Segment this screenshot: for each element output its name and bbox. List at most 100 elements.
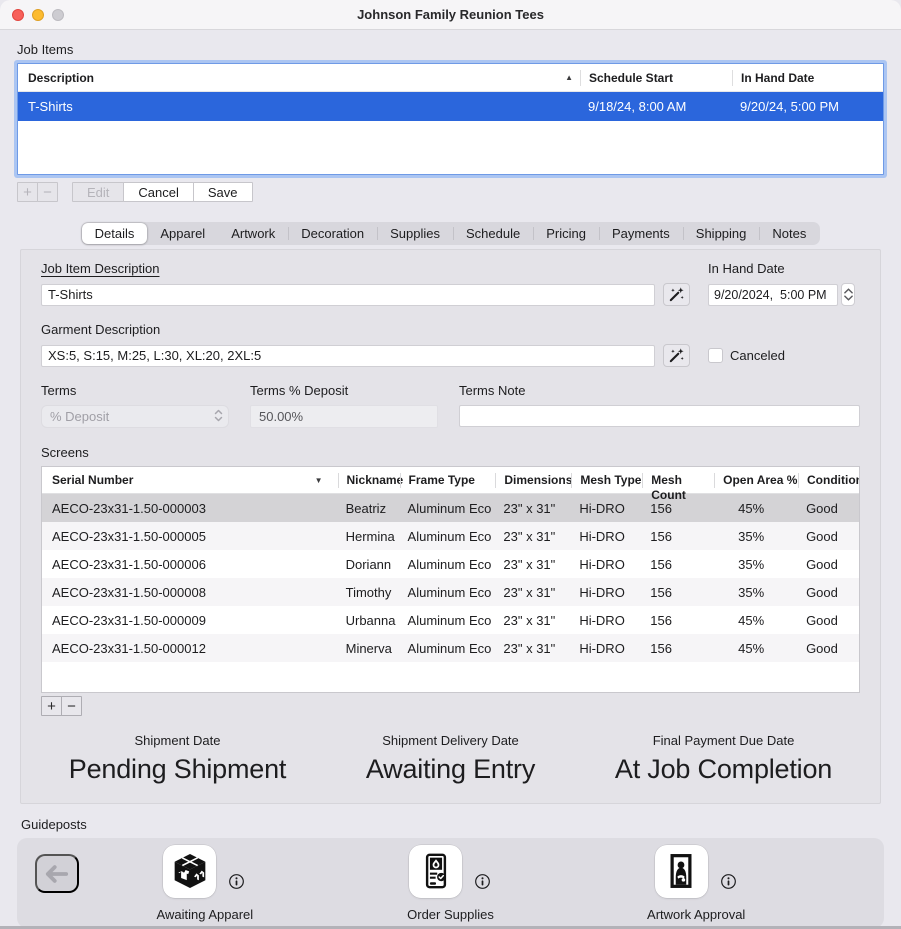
- screen-row[interactable]: AECO-23x31-1.50-000008 Timothy Aluminum …: [42, 578, 859, 606]
- tab-supplies[interactable]: Supplies: [377, 223, 453, 244]
- mesh-count-cell: 156: [642, 585, 714, 600]
- column-header-nickname[interactable]: Nickname: [338, 473, 400, 488]
- cancel-button[interactable]: Cancel: [123, 182, 193, 202]
- tab-decoration[interactable]: Decoration: [288, 223, 377, 244]
- dimensions-cell: 23" x 31": [495, 641, 571, 656]
- frame-type-cell: Aluminum Eco: [400, 501, 496, 516]
- job-item-description-input[interactable]: [41, 284, 655, 306]
- nickname-cell: Beatriz: [338, 501, 400, 516]
- column-header-in-hand-date[interactable]: In Hand Date: [732, 70, 883, 86]
- screen-row[interactable]: AECO-23x31-1.50-000003 Beatriz Aluminum …: [42, 494, 859, 522]
- screen-row[interactable]: AECO-23x31-1.50-000009 Urbanna Aluminum …: [42, 606, 859, 634]
- terms-deposit-field: 50.00%: [250, 405, 438, 428]
- details-panel: Job Item Description In Hand Date: [20, 249, 881, 804]
- serial-cell: AECO-23x31-1.50-000005: [42, 529, 338, 544]
- autofill-description-button[interactable]: [663, 283, 690, 306]
- autofill-garment-button[interactable]: [663, 344, 690, 367]
- column-header-condition[interactable]: Condition: [798, 473, 859, 488]
- remove-job-item-button[interactable]: −: [37, 182, 58, 202]
- screens-toolbar: + −: [41, 696, 860, 716]
- guidepost-label: Awaiting Apparel: [157, 907, 254, 922]
- mesh-count-cell: 156: [642, 557, 714, 572]
- garment-description-label: Garment Description: [41, 322, 160, 337]
- column-header-schedule-start[interactable]: Schedule Start: [580, 70, 732, 86]
- in-hand-date-stepper[interactable]: [841, 283, 855, 306]
- guidepost-order-supplies: Order Supplies: [328, 845, 574, 922]
- guideposts-back-button[interactable]: [35, 854, 79, 893]
- column-header-frame-type[interactable]: Frame Type: [400, 473, 496, 488]
- guidepost-artwork-approval: Artwork Approval: [573, 845, 819, 922]
- column-header-mesh-count[interactable]: Mesh Count: [642, 473, 714, 488]
- guidepost-awaiting-apparel: Awaiting Apparel: [82, 845, 328, 922]
- screen-row[interactable]: AECO-23x31-1.50-000006 Doriann Aluminum …: [42, 550, 859, 578]
- job-item-row-selected[interactable]: T-Shirts 9/18/24, 8:00 AM 9/20/24, 5:00 …: [18, 92, 883, 121]
- column-header-serial-number[interactable]: Serial Number ▼: [42, 473, 338, 488]
- guidepost-label: Artwork Approval: [647, 907, 745, 922]
- nickname-cell: Doriann: [338, 557, 400, 572]
- tab-artwork[interactable]: Artwork: [218, 223, 288, 244]
- condition-cell: Good: [798, 613, 859, 628]
- screens-table[interactable]: Serial Number ▼ Nickname Frame Type Dime…: [41, 466, 860, 693]
- terms-note-input[interactable]: [459, 405, 860, 427]
- nickname-cell: Timothy: [338, 585, 400, 600]
- dimensions-cell: 23" x 31": [495, 557, 571, 572]
- add-screen-button[interactable]: +: [41, 696, 62, 716]
- job-items-table-header: Description ▲ Schedule Start In Hand Dat…: [18, 64, 883, 92]
- guideposts-panel: Awaiting Apparel: [17, 838, 884, 928]
- serial-cell: AECO-23x31-1.50-000003: [42, 501, 338, 516]
- guidepost-card[interactable]: [409, 845, 462, 898]
- mesh-count-cell: 156: [642, 613, 714, 628]
- add-job-item-button[interactable]: +: [17, 182, 38, 202]
- shipment-date-value: Pending Shipment: [41, 754, 314, 785]
- job-item-description-label[interactable]: Job Item Description: [41, 261, 160, 276]
- serial-cell: AECO-23x31-1.50-000008: [42, 585, 338, 600]
- save-button[interactable]: Save: [193, 182, 253, 202]
- tab-payments[interactable]: Payments: [599, 223, 683, 244]
- info-button[interactable]: [227, 872, 246, 896]
- shipment-delivery-date-value: Awaiting Entry: [314, 754, 587, 785]
- guidepost-card[interactable]: [655, 845, 708, 898]
- chevron-down-icon: [844, 295, 853, 301]
- tab-schedule[interactable]: Schedule: [453, 223, 533, 244]
- minimize-window-button[interactable]: [32, 9, 44, 21]
- serial-cell: AECO-23x31-1.50-000012: [42, 641, 338, 656]
- remove-screen-button[interactable]: −: [61, 696, 82, 716]
- screen-row[interactable]: AECO-23x31-1.50-000012 Minerva Aluminum …: [42, 634, 859, 662]
- condition-cell: Good: [798, 641, 859, 656]
- mesh-count-cell: 156: [642, 529, 714, 544]
- tab-notes[interactable]: Notes: [759, 223, 819, 244]
- mesh-count-cell: 156: [642, 501, 714, 516]
- column-header-dimensions[interactable]: Dimensions: [495, 473, 571, 488]
- shipment-delivery-date-label: Shipment Delivery Date: [314, 733, 587, 748]
- column-header-description[interactable]: Description ▲: [18, 64, 580, 91]
- column-header-mesh-type[interactable]: Mesh Type: [571, 473, 642, 488]
- final-payment-due-date-value: At Job Completion: [587, 754, 860, 785]
- info-button[interactable]: [473, 872, 492, 896]
- close-window-button[interactable]: [12, 9, 24, 21]
- chevron-up-icon: [844, 288, 853, 294]
- mesh-type-cell: Hi-DRO: [571, 501, 642, 516]
- screen-row[interactable]: AECO-23x31-1.50-000005 Hermina Aluminum …: [42, 522, 859, 550]
- window-title: Johnson Family Reunion Tees: [357, 7, 544, 22]
- job-item-in-hand-date-cell: 9/20/24, 5:00 PM: [732, 99, 883, 115]
- tab-pricing[interactable]: Pricing: [533, 223, 599, 244]
- column-header-open-area[interactable]: Open Area %: [714, 473, 798, 488]
- guidepost-card[interactable]: [163, 845, 216, 898]
- magic-wand-icon: [668, 347, 685, 364]
- info-button[interactable]: [719, 872, 738, 896]
- terms-select-value: % Deposit: [50, 409, 109, 424]
- tab-shipping[interactable]: Shipping: [683, 223, 760, 244]
- nickname-cell: Urbanna: [338, 613, 400, 628]
- terms-select[interactable]: % Deposit: [41, 405, 229, 428]
- garment-description-input[interactable]: [41, 345, 655, 367]
- job-items-table[interactable]: Description ▲ Schedule Start In Hand Dat…: [17, 63, 884, 175]
- in-hand-date-input[interactable]: [708, 284, 838, 306]
- sort-ascending-icon: ▲: [565, 73, 580, 82]
- dimensions-cell: 23" x 31": [495, 585, 571, 600]
- window-controls: [12, 9, 64, 21]
- tab-apparel[interactable]: Apparel: [147, 223, 218, 244]
- tab-details[interactable]: Details: [82, 223, 148, 244]
- condition-cell: Good: [798, 529, 859, 544]
- frame-type-cell: Aluminum Eco: [400, 557, 496, 572]
- canceled-checkbox[interactable]: [708, 348, 723, 363]
